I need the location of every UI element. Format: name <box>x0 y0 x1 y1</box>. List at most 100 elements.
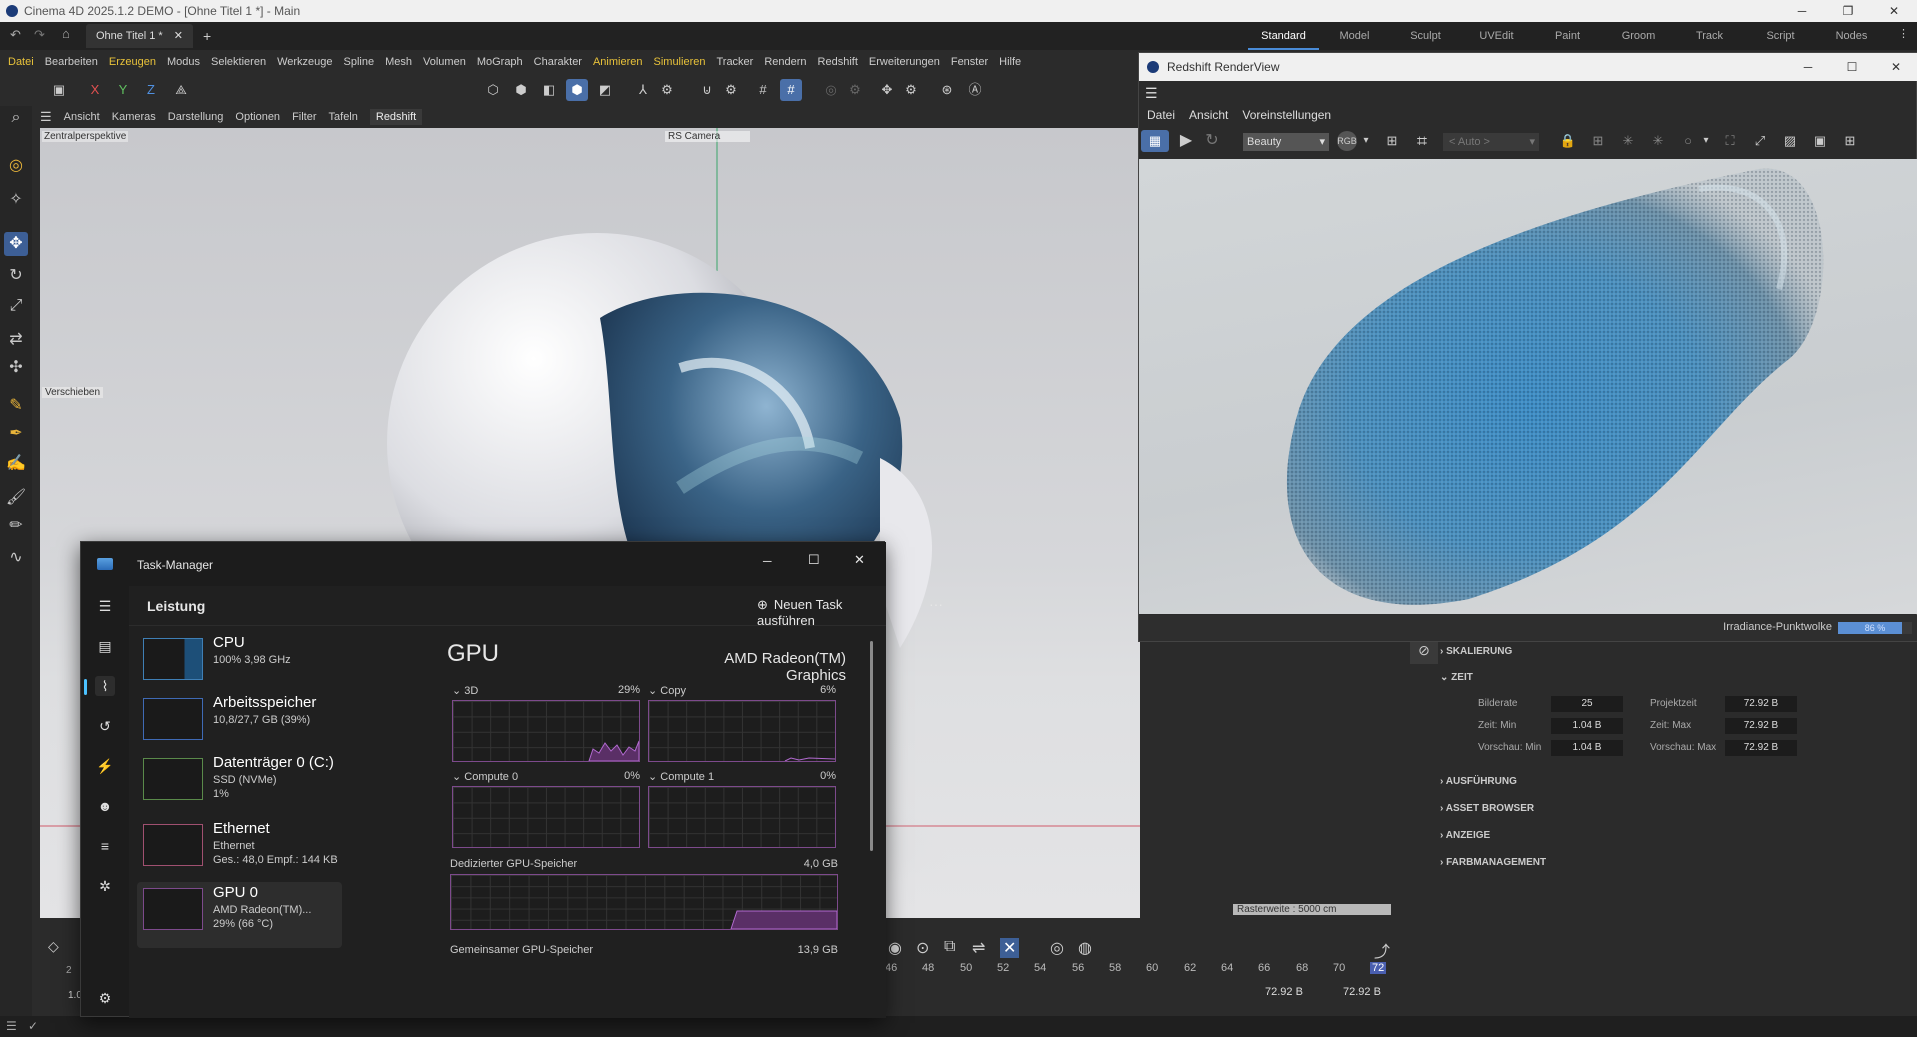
maximize-icon[interactable]: ☐ <box>808 552 820 568</box>
axis-y-lock[interactable]: Y <box>112 79 134 101</box>
menu-datei[interactable]: Datei <box>8 56 34 68</box>
vp-menu-redshift[interactable]: Redshift <box>369 109 423 125</box>
section-skalierung[interactable]: › SKALIERUNG <box>1440 646 1512 657</box>
edges-mode-icon[interactable]: ⬢ <box>510 79 532 101</box>
vorschau-min-field[interactable]: 1.04 B <box>1551 740 1623 756</box>
performance-icon[interactable]: ⌇ <box>95 676 115 696</box>
sound-icon[interactable]: ◍ <box>1078 938 1092 958</box>
zoom-select[interactable]: < Auto > ▾ <box>1443 133 1539 151</box>
polygons-mode-icon[interactable]: ◧ <box>538 79 560 101</box>
menu-mograph[interactable]: MoGraph <box>477 56 523 68</box>
menu-rendern[interactable]: Rendern <box>764 56 806 68</box>
rv-menu-ansicht[interactable]: Ansicht <box>1189 108 1228 122</box>
grid-snap-active-icon[interactable]: # <box>780 79 802 101</box>
record-icon[interactable]: ◉ <box>888 938 902 958</box>
model-mode-icon[interactable]: ⬡ <box>482 79 504 101</box>
mirror-settings-icon[interactable]: ⚙ <box>900 79 922 101</box>
engine-compute0-label[interactable]: ⌄ Compute 0 <box>452 770 518 783</box>
menu-simulieren[interactable]: Simulieren <box>654 56 706 68</box>
vorschau-max-field[interactable]: 72.92 B <box>1725 740 1797 756</box>
move-tool-icon[interactable]: ✥ <box>4 232 28 256</box>
magnet-settings-icon[interactable]: ⚙ <box>720 79 742 101</box>
keyframe-icon[interactable]: ◇ <box>48 938 59 955</box>
minimize-icon[interactable]: ─ <box>1779 0 1825 22</box>
menu-tracker[interactable]: Tracker <box>716 56 753 68</box>
close-icon[interactable]: ✕ <box>854 552 865 568</box>
settings-icon[interactable]: ⚙ <box>95 988 115 1008</box>
aov-select[interactable]: Beauty ▾ <box>1243 133 1329 151</box>
rv-menu-voreinstellungen[interactable]: Voreinstellungen <box>1242 108 1331 122</box>
maximize-icon[interactable]: ❐ <box>1825 0 1871 22</box>
undo-icon[interactable]: ↶ <box>10 27 21 43</box>
axis-settings-icon[interactable]: ⚙ <box>656 79 678 101</box>
brush-tool-icon[interactable]: 🖌 <box>4 486 28 510</box>
grid-icon[interactable]: ⊞ <box>1587 130 1609 152</box>
camera-label[interactable]: RS Camera <box>665 131 751 142</box>
add-tab-icon[interactable]: + <box>203 28 211 44</box>
compare-icon[interactable]: ▨ <box>1779 130 1801 152</box>
close-icon[interactable]: ✕ <box>1874 53 1917 81</box>
layout-track[interactable]: Track <box>1674 30 1745 42</box>
interpolation-icon[interactable]: ✕ <box>1000 938 1020 958</box>
section-ausfuehrung[interactable]: › AUSFÜHRUNG <box>1440 776 1517 787</box>
layout-nodes[interactable]: Nodes <box>1816 30 1887 42</box>
resource-item-disk[interactable]: Datenträger 0 (C:) SSD (NVMe) 1% <box>137 752 342 812</box>
details-icon[interactable]: ≡ <box>95 836 115 856</box>
vp-menu-filter[interactable]: Filter <box>292 111 316 123</box>
vp-menu-tafeln[interactable]: Tafeln <box>329 111 358 123</box>
timeline-ruler[interactable]: 46 48 50 52 54 56 58 60 62 64 66 68 70 7… <box>885 962 1387 978</box>
clapper-icon[interactable]: ▦ <box>1141 130 1169 152</box>
menu-redshift[interactable]: Redshift <box>818 56 858 68</box>
focus-icon[interactable]: ⛶ <box>1719 130 1741 152</box>
close-icon[interactable]: ✕ <box>1871 0 1917 22</box>
layout-script[interactable]: Script <box>1745 30 1816 42</box>
more-icon[interactable]: ⋮ <box>1898 27 1909 40</box>
layout-groom[interactable]: Groom <box>1603 30 1674 42</box>
section-asset-browser[interactable]: › ASSET BROWSER <box>1440 803 1534 814</box>
axis-modify-icon[interactable]: ⅄ <box>632 79 654 101</box>
startup-apps-icon[interactable]: ⚡ <box>95 756 115 776</box>
symmetry-icon[interactable]: ◎ <box>820 79 842 101</box>
engine-compute1-label[interactable]: ⌄ Compute 1 <box>648 770 714 783</box>
section-zeit[interactable]: ⌄ ZEIT <box>1440 672 1473 683</box>
keyframe-selection-icon[interactable]: ⧉ <box>944 938 955 956</box>
search-icon[interactable]: ⌕ <box>4 106 28 130</box>
select-tool-icon[interactable]: ◎ <box>4 154 28 178</box>
paint-tool-icon[interactable]: ✏ <box>4 514 28 538</box>
fit-icon[interactable]: ⤢ <box>1749 130 1771 152</box>
lock-icon[interactable]: 🔒 <box>1557 130 1579 152</box>
vp-menu-darstellung[interactable]: Darstellung <box>168 111 224 123</box>
services-icon[interactable]: ✲ <box>95 876 115 896</box>
timeline-settings-icon[interactable]: ⤴ <box>1374 938 1390 962</box>
rv-menu-datei[interactable]: Datei <box>1147 108 1175 122</box>
menu-charakter[interactable]: Charakter <box>534 56 582 68</box>
snowflake-icon[interactable]: ✳ <box>1617 130 1639 152</box>
viewport-menu-icon[interactable]: ☰ <box>40 109 52 125</box>
maximize-icon[interactable]: ☐ <box>1830 53 1874 81</box>
menu-selektieren[interactable]: Selektieren <box>211 56 266 68</box>
menu-icon[interactable]: ☰ <box>6 1019 17 1033</box>
checker-icon[interactable]: ⊞ <box>1381 130 1403 152</box>
check-icon[interactable]: ✓ <box>28 1019 38 1033</box>
texture-mode-icon[interactable]: ◩ <box>594 79 616 101</box>
live-select-icon[interactable]: ✧ <box>4 188 28 212</box>
users-icon[interactable]: ☻ <box>95 796 115 816</box>
projektzeit-field[interactable]: 72.92 B <box>1725 696 1797 712</box>
scrollbar[interactable] <box>870 641 873 851</box>
menu-hilfe[interactable]: Hilfe <box>999 56 1021 68</box>
section-anzeige[interactable]: › ANZEIGE <box>1440 830 1490 841</box>
layout-sculpt[interactable]: Sculpt <box>1390 30 1461 42</box>
image-icon[interactable]: ▣ <box>1809 130 1831 152</box>
rgb-channel-icon[interactable]: RGB <box>1337 131 1357 151</box>
sketch-tool-icon[interactable]: ✍ <box>4 452 28 476</box>
layout-paint[interactable]: Paint <box>1532 30 1603 42</box>
hamburger-menu-icon[interactable]: ☰ <box>1145 85 1158 102</box>
snowflake-plus-icon[interactable]: ✳ <box>1647 130 1669 152</box>
smooth-tool-icon[interactable]: ∿ <box>4 546 28 570</box>
engine-copy-label[interactable]: ⌄ Copy <box>648 684 686 697</box>
refresh-icon[interactable]: ↻ <box>1201 130 1223 152</box>
grid-snap-icon[interactable]: # <box>752 79 774 101</box>
menu-animieren[interactable]: Animieren <box>593 56 643 68</box>
zeit-max-field[interactable]: 72.92 B <box>1725 718 1797 734</box>
resource-item-gpu[interactable]: GPU 0 AMD Radeon(TM)... 29% (66 °C) <box>137 882 342 948</box>
